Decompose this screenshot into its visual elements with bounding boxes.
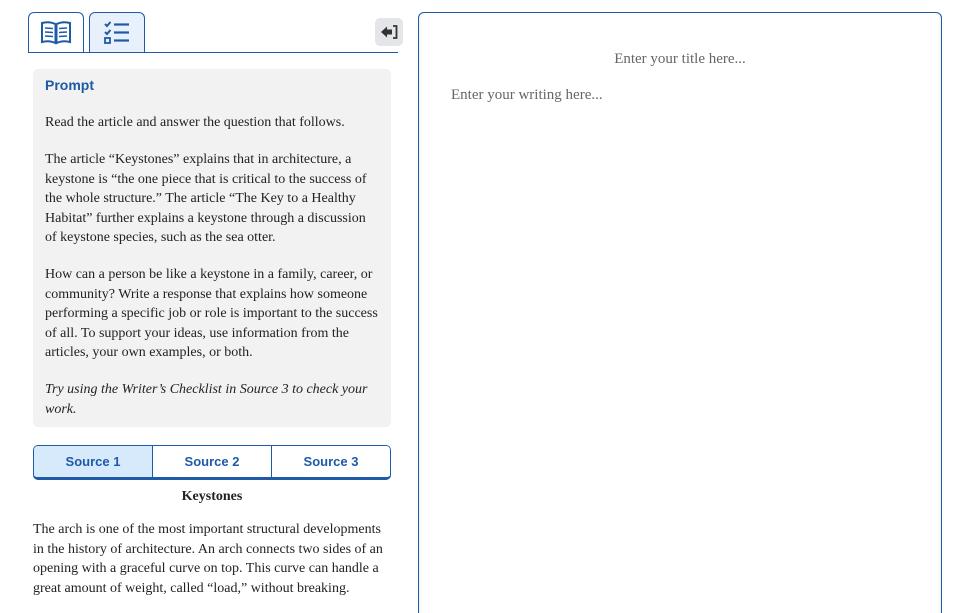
title-input[interactable] <box>419 49 941 69</box>
tab-source-2[interactable]: Source 2 <box>153 446 272 477</box>
article-body: The arch is one of the most important st… <box>33 522 383 596</box>
prompt-note: Try using the Writer’s Checklist in Sour… <box>45 382 368 417</box>
source-tabs: Source 1 Source 2 Source 3 <box>33 445 391 480</box>
writing-input[interactable] <box>451 85 911 605</box>
reading-toolbar <box>28 12 403 53</box>
book-tab[interactable] <box>28 12 84 52</box>
checklist-icon <box>104 20 129 44</box>
response-editor <box>418 12 942 613</box>
prompt-box: Prompt Read the article and answer the q… <box>33 69 391 427</box>
prompt-paragraph: Read the article and answer the question… <box>45 115 345 130</box>
book-icon <box>41 20 71 45</box>
checklist-tab[interactable] <box>89 12 145 52</box>
article-title: Keystones <box>181 489 243 504</box>
tab-source-1[interactable]: Source 1 <box>34 446 153 477</box>
collapse-panel-button[interactable] <box>375 18 403 46</box>
prompt-paragraph: The article “Keystones” explains that in… <box>45 152 367 246</box>
collapse-panel-icon <box>381 25 398 39</box>
left-panel: Prompt Read the article and answer the q… <box>0 0 410 613</box>
prompt-heading: Prompt <box>45 77 94 93</box>
prompt-paragraph: How can a person be like a keystone in a… <box>45 267 378 361</box>
tab-source-3[interactable]: Source 3 <box>272 446 390 477</box>
